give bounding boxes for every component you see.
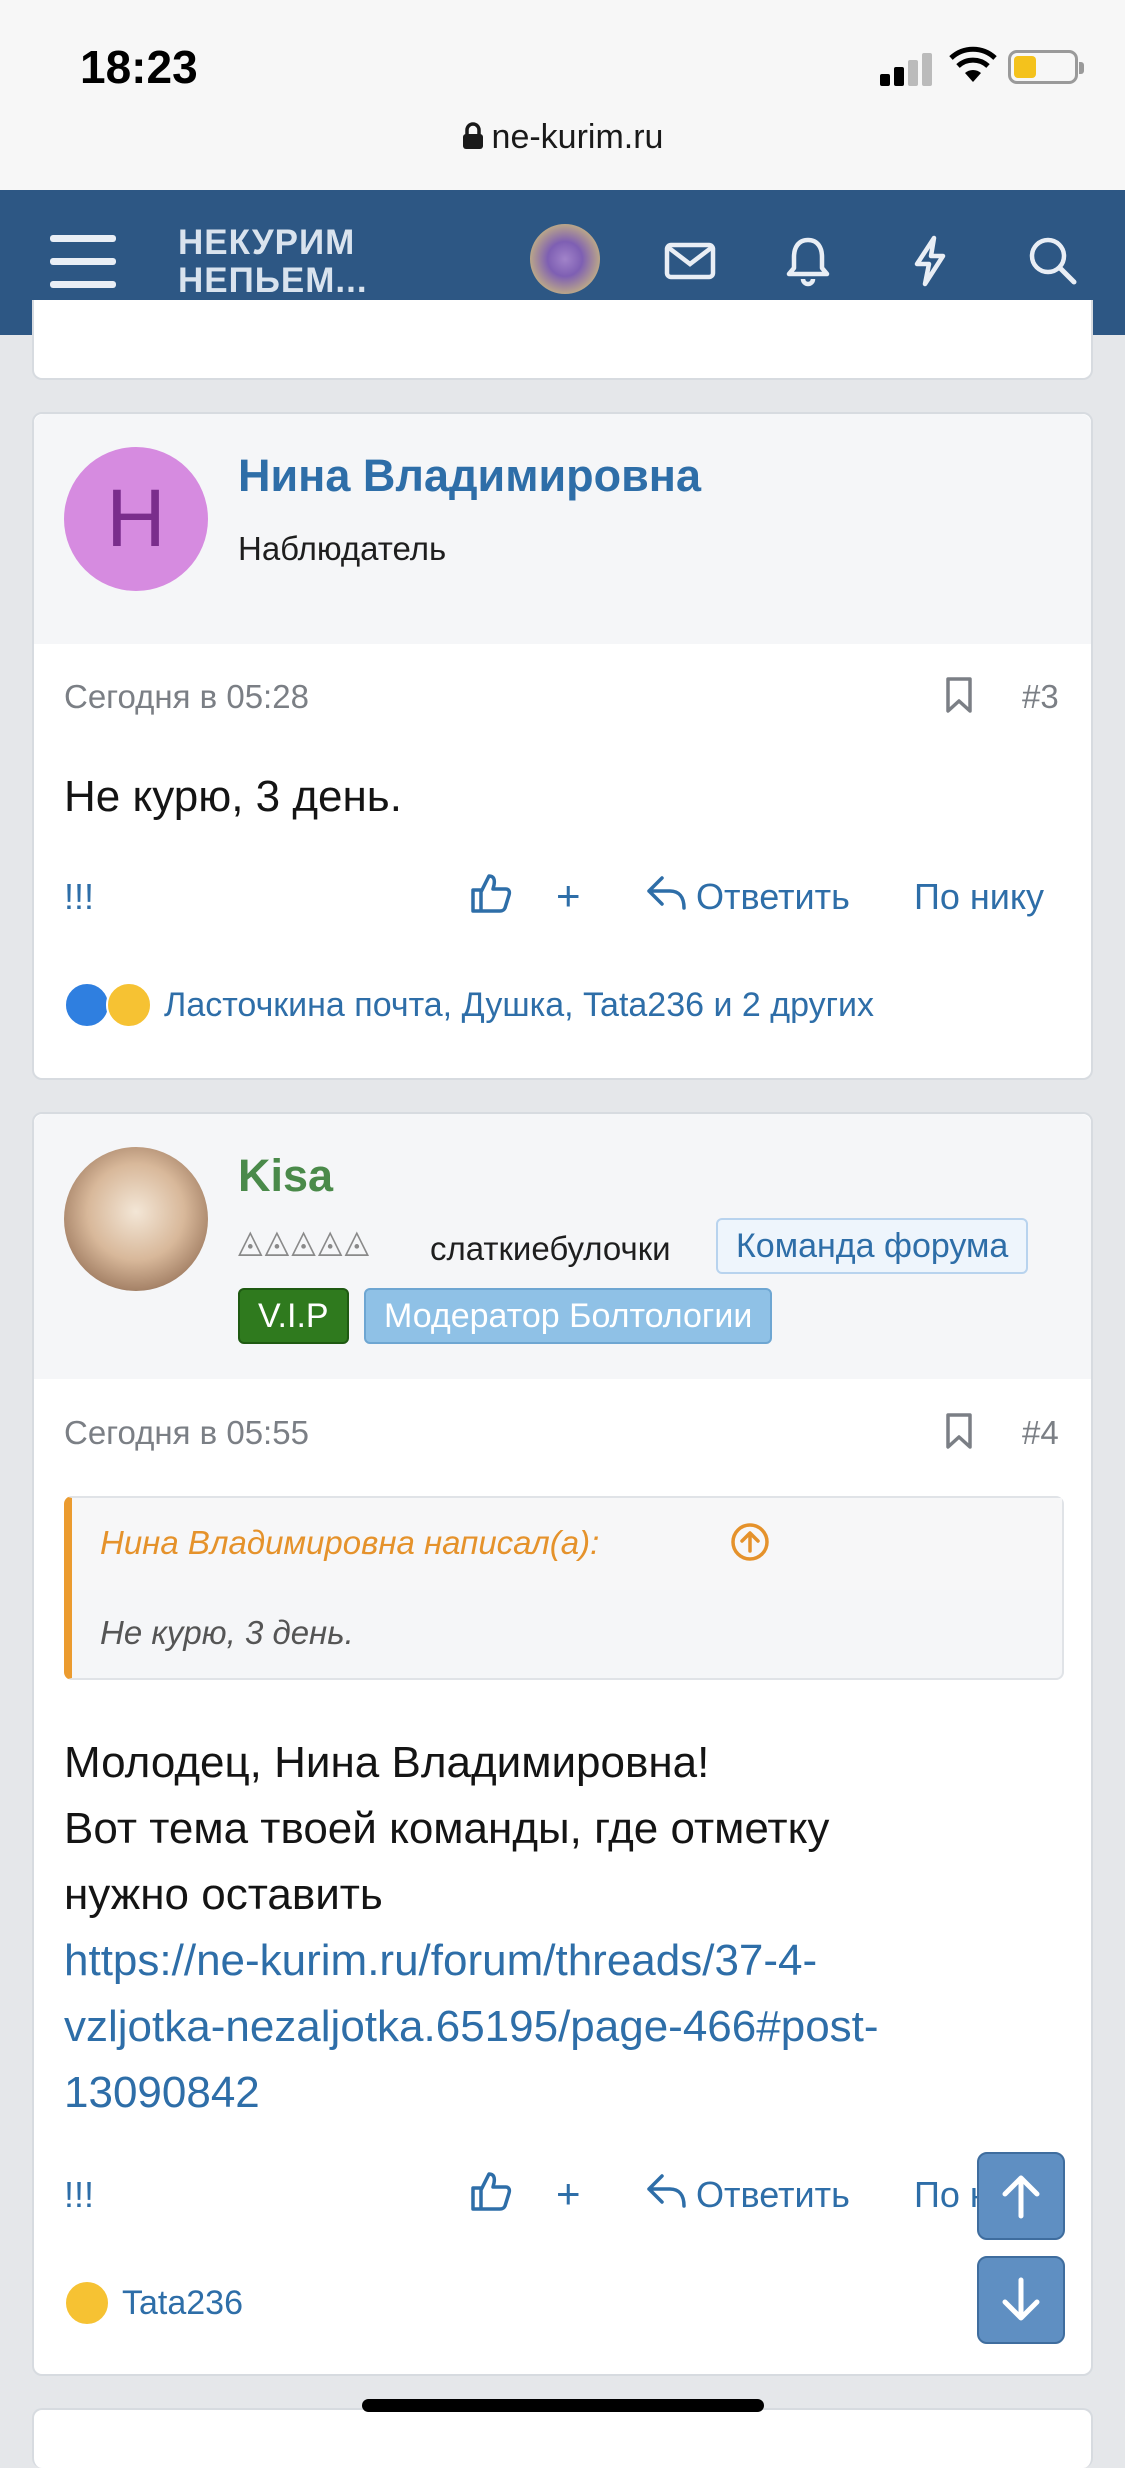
author-name[interactable]: Kisa (238, 1150, 333, 1202)
cellular-signal-icon (880, 52, 934, 86)
bookmark-icon[interactable] (944, 676, 974, 714)
plus-button[interactable]: + (556, 872, 581, 920)
search-icon[interactable] (1022, 230, 1082, 290)
arrow-down-icon (1002, 2277, 1040, 2321)
post-date[interactable]: Сегодня в 05:55 (64, 1414, 309, 1452)
quote-author: Нина Владимировна написал(а): (100, 1524, 600, 1561)
battery-icon (1008, 50, 1084, 84)
next-post-card (32, 2408, 1093, 2468)
menu-icon[interactable] (50, 235, 116, 289)
reactions-list[interactable]: Ласточкина почта, Душка, Tata236 и 2 дру… (164, 986, 874, 1025)
post-number[interactable]: #4 (1022, 1414, 1059, 1452)
thread-link-line[interactable]: vzljotka-nezaljotka.65195/page-466#post- (64, 1994, 879, 2060)
like-icon[interactable] (470, 2168, 512, 2212)
user-avatar[interactable] (530, 224, 600, 294)
author-user-title: слаткиебулочки (430, 1230, 671, 1267)
arrow-up-circle-icon[interactable] (730, 1522, 770, 1562)
author-avatar[interactable] (64, 1147, 208, 1291)
reply-button[interactable]: Ответить (696, 876, 850, 918)
post-text: Молодец, Нина Владимировна! Вот тема тво… (64, 1730, 879, 2126)
address-bar[interactable]: ne-kurim.ru (0, 118, 1125, 157)
thread-link[interactable]: https://ne-kurim.ru/forum/threads/37-4- … (64, 1928, 879, 2126)
previous-post-card (32, 300, 1093, 380)
status-bar: 18:23 ne-kurim.ru (0, 0, 1125, 190)
author-user-title: Наблюдатель (238, 530, 447, 567)
reply-icon[interactable] (646, 872, 688, 912)
rank-cat-icons: ◬◬◬◬◬ (238, 1223, 372, 1259)
scroll-top-button[interactable] (977, 2152, 1065, 2240)
vip-badge[interactable]: V.I.P (238, 1288, 349, 1344)
post-number[interactable]: #3 (1022, 678, 1059, 716)
post-text-line: Молодец, Нина Владимировна! (64, 1738, 710, 1787)
post-card: Н Нина Владимировна Наблюдатель Сегодня … (32, 412, 1093, 1080)
post-text: Не курю, 3 день. (64, 772, 402, 821)
wifi-icon (949, 46, 997, 82)
marks-button[interactable]: !!! (64, 2174, 94, 2216)
quote-header[interactable]: Нина Владимировна написал(а): (72, 1498, 1062, 1590)
quote-block: Нина Владимировна написал(а): Не курю, 3… (64, 1496, 1064, 1680)
lock-icon (462, 122, 483, 149)
laughing-reaction-icon (64, 2280, 110, 2326)
reactions-list[interactable]: Tata236 (122, 2284, 243, 2323)
like-icon[interactable] (470, 870, 512, 914)
thread-link-line[interactable]: https://ne-kurim.ru/forum/threads/37-4- (64, 1928, 879, 1994)
quote-text: Не курю, 3 день. (100, 1614, 354, 1651)
home-indicator[interactable] (362, 2399, 764, 2412)
plus-button[interactable]: + (556, 2170, 581, 2218)
moderator-badge[interactable]: Модератор Болтологии (364, 1288, 773, 1344)
team-badge[interactable]: Команда форума (716, 1218, 1029, 1274)
status-time: 18:23 (80, 41, 198, 93)
marks-button[interactable]: !!! (64, 876, 94, 918)
mail-icon[interactable] (660, 230, 720, 290)
site-logo[interactable]: НЕКУРИМ НЕПЬЕМ... (178, 224, 368, 300)
like-reaction-icon (64, 982, 110, 1028)
author-name[interactable]: Нина Владимировна (238, 450, 701, 502)
thread-link-line[interactable]: 13090842 (64, 2060, 879, 2126)
bell-icon[interactable] (778, 230, 838, 290)
scroll-bottom-button[interactable] (977, 2256, 1065, 2344)
bookmark-icon[interactable] (944, 1412, 974, 1450)
lightning-icon[interactable] (900, 230, 960, 290)
author-avatar[interactable]: Н (64, 447, 208, 591)
by-nick-button[interactable]: По нику (914, 876, 1044, 918)
reply-button[interactable]: Ответить (696, 2174, 850, 2216)
laughing-reaction-icon (106, 982, 152, 1028)
post-date[interactable]: Сегодня в 05:28 (64, 678, 309, 716)
arrow-up-icon (1002, 2175, 1040, 2219)
post-text-line: Вот тема твоей команды, где отметку (64, 1804, 830, 1853)
logo-line-2: НЕПЬЕМ... (178, 261, 368, 300)
reply-icon[interactable] (646, 2170, 688, 2210)
post-text-line: нужно оставить (64, 1870, 383, 1919)
logo-line-1: НЕКУРИМ (178, 223, 356, 262)
post-card: Kisa ◬◬◬◬◬ слаткиебулочки Команда форума… (32, 1112, 1093, 2376)
url-text: ne-kurim.ru (491, 118, 664, 156)
